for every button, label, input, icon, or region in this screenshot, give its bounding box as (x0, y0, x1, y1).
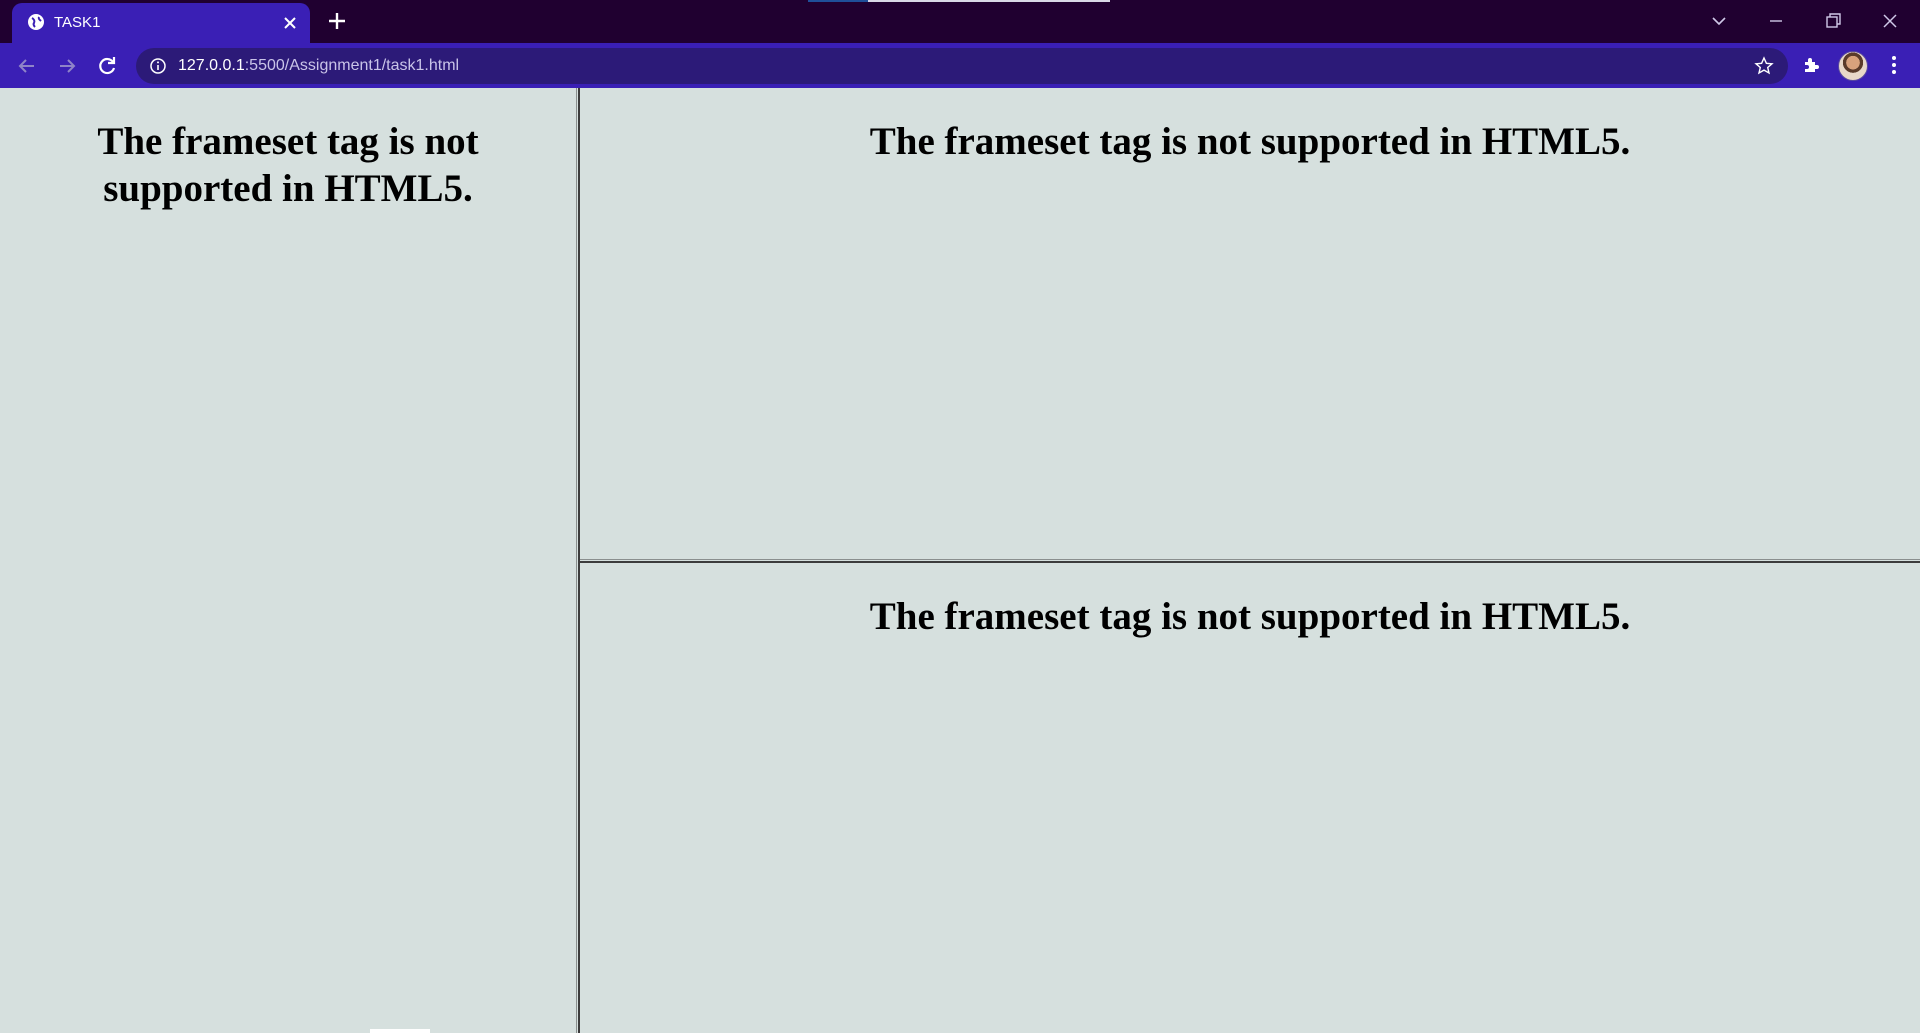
reload-icon[interactable] (92, 51, 122, 81)
titlebar-indicator (808, 0, 868, 2)
address-bar[interactable]: 127.0.0.1:5500/Assignment1/task1.html (136, 48, 1788, 84)
right-top-frame-heading: The frameset tag is not supported in HTM… (869, 120, 1631, 163)
titlebar-indicator (868, 0, 1110, 2)
right-bottom-frame: The frameset tag is not supported in HTM… (580, 563, 1920, 1033)
extensions-puzzle-icon[interactable] (1800, 53, 1824, 77)
left-frame: The frameset tag is not supported in HTM… (0, 88, 576, 1033)
tab-task1[interactable]: TASK1 (12, 3, 310, 43)
right-bottom-frame-heading: The frameset tag is not supported in HTM… (869, 595, 1631, 638)
site-info-icon[interactable] (149, 57, 167, 75)
restore-icon[interactable] (1820, 8, 1846, 34)
close-tab-icon[interactable] (280, 13, 300, 33)
profile-avatar[interactable] (1838, 51, 1868, 81)
forward-icon[interactable] (52, 51, 82, 81)
bookmark-star-icon[interactable] (1754, 56, 1774, 76)
globe-icon (28, 14, 44, 30)
close-window-icon[interactable] (1877, 8, 1903, 34)
horizontal-scrollbar-thumb[interactable] (370, 1029, 430, 1033)
new-tab-icon[interactable] (326, 10, 348, 32)
kebab-menu-icon[interactable] (1882, 53, 1906, 77)
left-frame-heading: The frameset tag is not supported in HTM… (97, 120, 479, 210)
tab-search-chevron-icon[interactable] (1706, 8, 1732, 34)
back-icon[interactable] (12, 51, 42, 81)
browser-toolbar: 127.0.0.1:5500/Assignment1/task1.html (0, 43, 1920, 88)
tab-title: TASK1 (54, 14, 101, 31)
right-top-frame: The frameset tag is not supported in HTM… (580, 88, 1920, 559)
browser-titlebar: TASK1 (0, 0, 1920, 43)
address-url[interactable]: 127.0.0.1:5500/Assignment1/task1.html (178, 56, 459, 76)
url-port-path: :5500/Assignment1/task1.html (244, 57, 460, 74)
page-viewport: The frameset tag is not supported in HTM… (0, 88, 1920, 1033)
url-host: 127.0.0.1 (178, 57, 245, 74)
minimize-icon[interactable] (1763, 8, 1789, 34)
